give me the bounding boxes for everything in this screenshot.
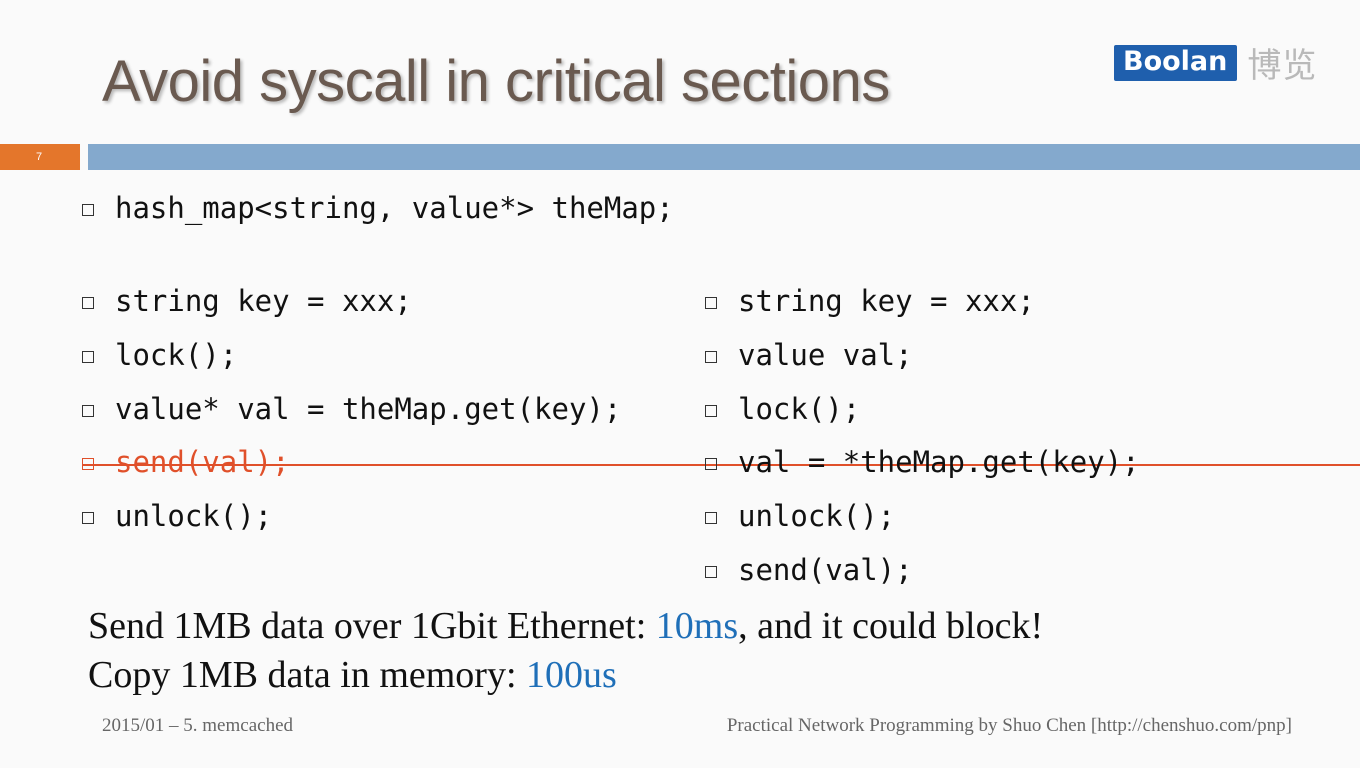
title-divider-bar bbox=[88, 144, 1360, 170]
code-declaration: hash_map<string, value*> theMap; bbox=[82, 188, 674, 228]
square-bullet-icon bbox=[705, 405, 717, 417]
square-bullet-icon bbox=[705, 458, 717, 470]
right-code-line: lock(); bbox=[705, 389, 860, 429]
code-text: value val; bbox=[738, 338, 913, 372]
square-bullet-icon bbox=[705, 512, 717, 524]
square-bullet-icon bbox=[705, 297, 717, 309]
code-text: send(val); bbox=[115, 445, 290, 479]
code-text: unlock(); bbox=[115, 499, 273, 533]
slide-number-bar: 7 bbox=[0, 144, 80, 170]
slide-title: Avoid syscall in critical sections bbox=[102, 49, 890, 114]
right-code-line: value val; bbox=[705, 335, 913, 375]
left-code-line: lock(); bbox=[82, 335, 237, 375]
square-bullet-icon bbox=[82, 297, 94, 309]
right-code-line: send(val); bbox=[705, 550, 913, 590]
note-memory: Copy 1MB data in memory: 100us bbox=[88, 653, 617, 697]
note-highlight: 100us bbox=[526, 654, 617, 696]
left-code-line: value* val = theMap.get(key); bbox=[82, 389, 621, 429]
right-code-line: unlock(); bbox=[705, 496, 895, 536]
square-bullet-icon bbox=[82, 204, 94, 216]
footer-right: Practical Network Programming by Shuo Ch… bbox=[726, 715, 1292, 736]
boolan-logo: Boolan 博览 bbox=[1114, 38, 1317, 87]
note-text: Send 1MB data over 1Gbit Ethernet: bbox=[88, 605, 656, 647]
square-bullet-icon bbox=[82, 351, 94, 363]
left-code-line: string key = xxx; bbox=[82, 281, 412, 321]
left-code-line: unlock(); bbox=[82, 496, 272, 536]
footer-left: 2015/01 – 5. memcached bbox=[102, 715, 294, 736]
code-text: send(val); bbox=[738, 553, 913, 587]
code-text: unlock(); bbox=[738, 499, 896, 533]
code-text: string key = xxx; bbox=[738, 284, 1035, 318]
note-text: Copy 1MB data in memory: bbox=[88, 654, 527, 696]
right-code-line: string key = xxx; bbox=[705, 281, 1035, 321]
code-text: val = *theMap.get(key); bbox=[738, 445, 1140, 479]
code-text: lock(); bbox=[738, 392, 861, 426]
code-text: string key = xxx; bbox=[115, 284, 412, 318]
logo-chinese: 博览 bbox=[1247, 46, 1318, 86]
note-highlight: 10ms bbox=[655, 605, 739, 647]
square-bullet-icon bbox=[705, 351, 717, 363]
note-ethernet: Send 1MB data over 1Gbit Ethernet: 10ms,… bbox=[88, 604, 1043, 648]
code-text: lock(); bbox=[115, 338, 238, 372]
code-text: value* val = theMap.get(key); bbox=[115, 392, 622, 426]
right-code-line: val = *theMap.get(key); bbox=[705, 442, 1140, 482]
square-bullet-icon bbox=[705, 566, 717, 578]
square-bullet-icon bbox=[82, 458, 94, 470]
square-bullet-icon bbox=[82, 405, 94, 417]
slide-number: 7 bbox=[36, 151, 43, 163]
note-text: , and it could block! bbox=[738, 605, 1044, 647]
code-text: hash_map<string, value*> theMap; bbox=[115, 191, 674, 225]
square-bullet-icon bbox=[82, 512, 94, 524]
logo-brand: Boolan bbox=[1114, 44, 1238, 81]
